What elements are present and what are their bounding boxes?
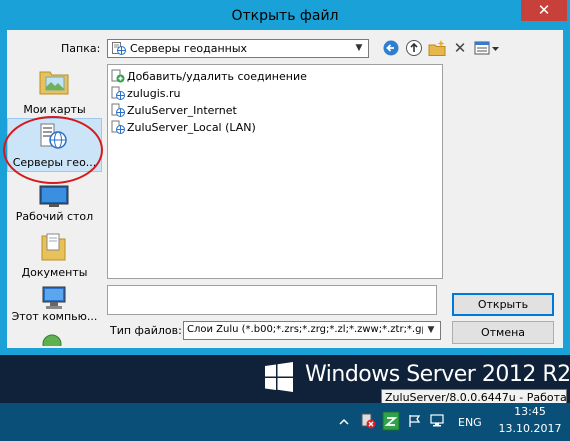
server-globe-icon	[111, 120, 125, 134]
list-item-label: Добавить/удалить соединение	[127, 70, 307, 83]
zuluserver-tray-icon[interactable]	[382, 411, 400, 431]
place-label: Этот компью...	[11, 310, 98, 323]
place-label: Рабочий стол	[15, 210, 94, 223]
flag-icon[interactable]	[407, 414, 423, 428]
up-folder-icon[interactable]	[405, 39, 423, 57]
new-folder-icon[interactable]	[428, 39, 446, 57]
list-item-label: ZuluServer_Internet	[127, 104, 237, 117]
list-item[interactable]: ZuluServer_Internet	[111, 103, 237, 119]
clock-date[interactable]: 13.10.2017	[497, 422, 563, 435]
filetype-combo-value: Слои Zulu (*.b00;*.zrs;*.zrg;*.zl;*.zww;…	[187, 324, 423, 335]
partial-place-icon	[41, 330, 63, 346]
file-name-box[interactable]	[107, 285, 437, 315]
dialog-title: Открыть файл	[231, 8, 339, 24]
cancel-button[interactable]: Отмена	[452, 321, 554, 344]
chevron-down-icon[interactable]: ▼	[424, 323, 438, 338]
open-button[interactable]: Открыть	[452, 293, 554, 316]
place-my-maps[interactable]: Мои карты	[7, 60, 102, 116]
documents-icon	[37, 232, 71, 262]
server-globe-icon	[111, 103, 125, 117]
network-icon[interactable]	[429, 414, 445, 428]
list-item[interactable]: zulugis.ru	[111, 86, 181, 102]
list-item-label: ZuluServer_Local (LAN)	[127, 121, 256, 134]
list-item[interactable]: ZuluServer_Local (LAN)	[111, 120, 256, 136]
place-desktop[interactable]: Рабочий стол	[7, 176, 102, 228]
language-indicator[interactable]: ENG	[458, 416, 482, 429]
place-geodata-servers[interactable]: Серверы гео...	[7, 116, 102, 176]
place-label: Серверы гео...	[12, 156, 97, 169]
desktop-icon	[37, 182, 71, 212]
server-status-icon[interactable]	[360, 413, 376, 429]
geodata-servers-icon	[37, 122, 71, 152]
server-globe-icon	[112, 42, 126, 55]
close-button[interactable]: ✕	[521, 0, 567, 21]
list-item[interactable]: Добавить/удалить соединение	[111, 69, 307, 85]
my-maps-icon	[37, 67, 71, 97]
folder-combo-value: Серверы геоданных	[130, 42, 248, 55]
back-icon[interactable]	[382, 39, 400, 57]
list-item-label: zulugis.ru	[127, 87, 181, 100]
filetype-label: Тип файлов:	[110, 324, 182, 337]
file-list[interactable]: Добавить/удалить соединение zulugis.ru Z…	[107, 64, 443, 279]
close-icon: ✕	[537, 1, 551, 19]
add-connection-icon	[111, 69, 125, 83]
folder-combo[interactable]: Серверы геоданных ▼	[107, 39, 369, 58]
taskbar	[0, 403, 570, 441]
server-globe-icon	[111, 86, 125, 100]
place-label: Мои карты	[23, 103, 86, 116]
place-documents[interactable]: Документы	[7, 228, 102, 282]
folder-label: Папка:	[61, 42, 101, 55]
chevron-down-icon[interactable]: ▼	[352, 41, 366, 56]
places-bar: Мои карты Серверы гео... Рабочий стол До…	[7, 60, 102, 348]
view-menu-icon[interactable]	[473, 39, 501, 57]
filetype-combo[interactable]: Слои Zulu (*.b00;*.zrs;*.zrg;*.zl;*.zww;…	[183, 321, 441, 340]
place-this-pc[interactable]: Этот компью...	[7, 282, 102, 334]
windows-server-brand: Windows Server 2012 R2	[305, 362, 570, 387]
clock-time[interactable]: 13:45	[505, 405, 555, 418]
tray-overflow-icon[interactable]	[339, 414, 349, 428]
place-label: Документы	[21, 266, 88, 279]
windows-logo	[264, 362, 294, 392]
delete-icon[interactable]: ✕	[451, 39, 469, 57]
